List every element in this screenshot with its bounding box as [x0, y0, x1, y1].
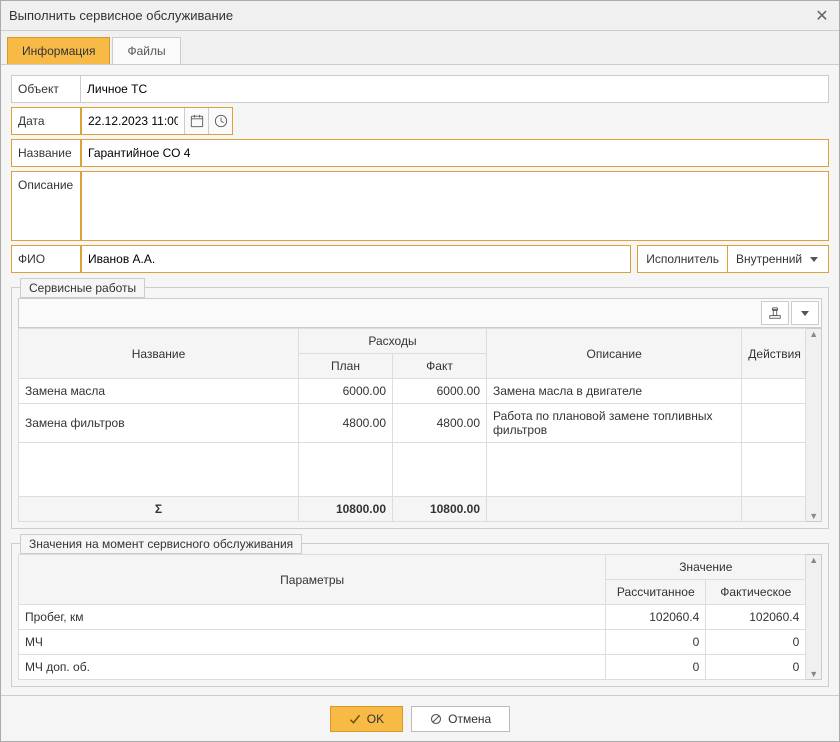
- dialog-window: Выполнить сервисное обслуживание ✕ Инфор…: [0, 0, 840, 742]
- stamp-icon: [768, 306, 782, 320]
- clock-icon: [214, 114, 228, 128]
- row-date: Дата: [11, 107, 829, 135]
- table-row[interactable]: МЧ 0 0: [19, 630, 806, 655]
- content-area: Объект Дата Название О: [1, 65, 839, 695]
- scroll-down-icon: ▼: [809, 511, 818, 521]
- row-description: Описание: [11, 171, 829, 241]
- window-title: Выполнить сервисное обслуживание: [9, 8, 813, 23]
- label-description: Описание: [11, 171, 81, 241]
- col-name: Название: [19, 329, 299, 379]
- label-object: Объект: [11, 75, 81, 103]
- cancel-button[interactable]: Отмена: [411, 706, 510, 732]
- select-performer[interactable]: Внутренний: [728, 246, 828, 272]
- scroll-up-icon: ▲: [809, 329, 818, 339]
- col-value: Значение: [606, 555, 806, 580]
- tab-files[interactable]: Файлы: [112, 37, 180, 64]
- input-fio[interactable]: [82, 246, 630, 272]
- table-row[interactable]: Пробег, км 102060.4 102060.4: [19, 605, 806, 630]
- performer-value: Внутренний: [736, 252, 802, 266]
- legend-service-works: Сервисные работы: [20, 278, 145, 298]
- chevron-down-icon: [810, 257, 818, 262]
- col-description: Описание: [487, 329, 742, 379]
- col-calc: Рассчитанное: [606, 580, 706, 605]
- scroll-down-icon: ▼: [809, 669, 818, 679]
- works-grid: Название Расходы Описание Действия План …: [18, 328, 806, 522]
- row-fio: ФИО Исполнитель Внутренний: [11, 245, 829, 273]
- footer: OK Отмена: [1, 695, 839, 741]
- works-scrollbar[interactable]: ▲ ▼: [806, 328, 822, 522]
- row-name: Название: [11, 139, 829, 167]
- input-description[interactable]: [82, 172, 828, 240]
- titlebar: Выполнить сервисное обслуживание ✕: [1, 1, 839, 31]
- input-object[interactable]: [81, 76, 828, 102]
- input-name[interactable]: [82, 140, 828, 166]
- scroll-up-icon: ▲: [809, 555, 818, 565]
- label-fio: ФИО: [11, 245, 81, 273]
- table-row[interactable]: Замена фильтров 4800.00 4800.00 Работа п…: [19, 404, 806, 443]
- table-row[interactable]: Замена масла 6000.00 6000.00 Замена масл…: [19, 379, 806, 404]
- values-scrollbar[interactable]: ▲ ▼: [806, 554, 822, 680]
- sum-fact: 10800.00: [393, 497, 487, 522]
- label-performer: Исполнитель: [638, 246, 728, 272]
- col-params: Параметры: [19, 555, 606, 605]
- label-name: Название: [11, 139, 81, 167]
- cancel-icon: [430, 713, 442, 725]
- input-date[interactable]: [82, 108, 184, 134]
- empty-row: [19, 443, 806, 497]
- table-row[interactable]: МЧ доп. об. 0 0: [19, 655, 806, 680]
- fieldset-values: Значения на момент сервисного обслуживан…: [11, 543, 829, 687]
- close-button[interactable]: ✕: [813, 7, 831, 25]
- label-date: Дата: [11, 107, 81, 135]
- tool-dropdown-button[interactable]: [791, 301, 819, 325]
- col-fact: Факт: [393, 354, 487, 379]
- tool-action-button[interactable]: [761, 301, 789, 325]
- tab-information[interactable]: Информация: [7, 37, 110, 64]
- ok-button[interactable]: OK: [330, 706, 403, 732]
- fieldset-service-works: Сервисные работы Название: [11, 287, 829, 529]
- col-fact: Фактическое: [706, 580, 806, 605]
- col-expenses: Расходы: [299, 329, 487, 354]
- sum-symbol: Σ: [19, 497, 299, 522]
- legend-values: Значения на момент сервисного обслуживан…: [20, 534, 302, 554]
- row-object: Объект: [11, 75, 829, 103]
- performer-block: Исполнитель Внутренний: [637, 245, 829, 273]
- works-toolbar: [18, 298, 822, 328]
- sum-plan: 10800.00: [299, 497, 393, 522]
- calendar-icon: [190, 114, 204, 128]
- chevron-down-icon: [801, 311, 809, 316]
- tab-bar: Информация Файлы: [1, 31, 839, 65]
- check-icon: [349, 713, 361, 725]
- clock-button[interactable]: [208, 108, 232, 134]
- calendar-button[interactable]: [184, 108, 208, 134]
- sum-row: Σ 10800.00 10800.00: [19, 497, 806, 522]
- col-actions: Действия: [742, 329, 806, 379]
- values-grid: Параметры Значение Рассчитанное Фактичес…: [18, 554, 806, 680]
- col-plan: План: [299, 354, 393, 379]
